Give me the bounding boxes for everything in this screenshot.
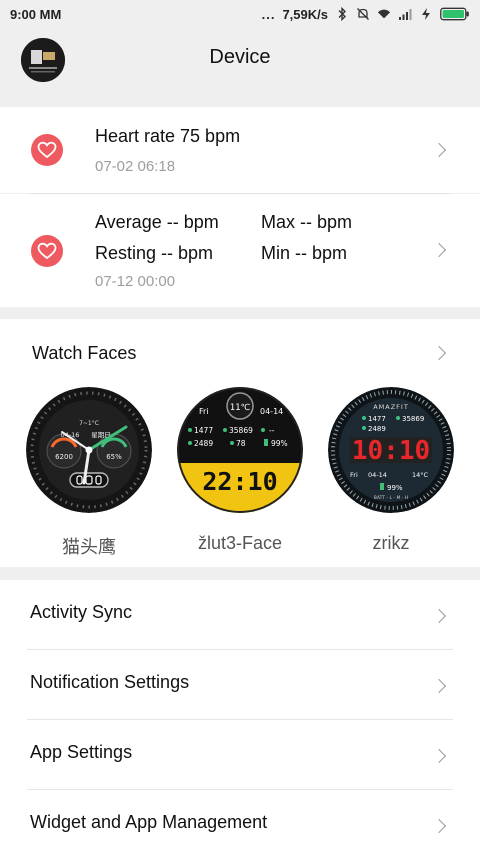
status-icons: ... 7,59K/s — [262, 7, 470, 22]
zlut3-steps: 1477 — [194, 426, 213, 435]
menu-item-notification-settings[interactable]: Notification Settings — [0, 650, 480, 720]
zrikz-battery: 99% — [387, 484, 403, 492]
charging-icon — [419, 7, 433, 21]
heart-icon — [31, 235, 63, 267]
heart-stats-card[interactable]: Average -- bpm Max -- bpm Resting -- bpm… — [0, 194, 480, 307]
resting-bpm: Resting -- bpm — [95, 243, 214, 263]
zlut3-time: 22:10 — [202, 467, 277, 496]
zrikz-batt-scale: BATT - L - M - H — [374, 495, 408, 501]
signal-icon — [398, 7, 412, 21]
watch-face-zrikz[interactable]: AMAZFIT 1477 35869 2489 10:10 Fri 04-14 … — [328, 387, 454, 513]
page-title: Device — [209, 46, 271, 68]
status-time: 9:00 MM — [10, 6, 62, 22]
average-bpm: Average -- bpm — [95, 212, 219, 232]
menu-item-widget-app-management[interactable]: Widget and App Management — [0, 790, 480, 853]
zlut3-heart: 78 — [236, 439, 246, 448]
menu-item-label: Activity Sync — [30, 602, 133, 622]
silent-icon — [356, 7, 370, 21]
owl-right-value: 65% — [106, 453, 122, 461]
menu-item-label: App Settings — [30, 742, 133, 762]
chevron-right-icon — [431, 242, 447, 258]
status-dots: ... — [261, 6, 276, 22]
zrikz-brand: AMAZFIT — [373, 403, 409, 411]
heart-rate-timestamp: 07-02 06:18 — [95, 158, 176, 175]
zrikz-date: 04-14 — [368, 471, 387, 479]
network-speed: 7,59K/s — [282, 6, 328, 22]
zlut3-date: 04-14 — [260, 407, 283, 416]
zrikz-value2: 35869 — [402, 415, 424, 423]
chevron-right-icon — [431, 748, 447, 764]
menu-item-label: Widget and App Management — [30, 812, 268, 832]
min-bpm: Min -- bpm — [261, 243, 348, 263]
zlut3-value3: -- — [269, 426, 275, 435]
zrikz-temp: 14°C — [412, 471, 429, 479]
owl-left-value: 6200 — [55, 453, 73, 461]
owl-weather: 7~1°C — [79, 420, 99, 427]
watch-face-name: 猫头鹰 — [62, 537, 116, 557]
chevron-right-icon — [431, 678, 447, 694]
bluetooth-icon — [335, 7, 349, 21]
watch-faces-header[interactable]: Watch Faces — [0, 319, 480, 379]
battery-icon — [440, 7, 470, 21]
zrikz-day: Fri — [350, 471, 358, 479]
watch-face-zrikz-preview: AMAZFIT 1477 35869 2489 10:10 Fri 04-14 … — [328, 387, 454, 513]
zlut3-battery: 99% — [271, 439, 288, 448]
watch-face-name: zrikz — [372, 533, 410, 553]
zrikz-calories: 2489 — [368, 425, 386, 433]
zlut3-calories: 2489 — [194, 439, 213, 448]
zlut3-value2: 35869 — [229, 426, 253, 435]
app-header: Device — [0, 28, 480, 90]
watch-face-zlut3-preview: 11℃ Fri 04-14 1477 35869 -- 2489 78 99% … — [177, 387, 303, 513]
zlut3-temp: 11℃ — [230, 403, 251, 413]
chevron-right-icon — [431, 142, 447, 158]
watch-faces-card: Watch Faces 7~1°C 04-16 星期日 6200 65% 猫头鹰… — [0, 319, 480, 567]
zrikz-steps: 1477 — [368, 415, 386, 423]
watch-face-zlut3[interactable]: 11℃ Fri 04-14 1477 35869 -- 2489 78 99% … — [177, 387, 303, 513]
zlut3-day: Fri — [199, 407, 209, 416]
max-bpm: Max -- bpm — [261, 212, 353, 232]
watch-face-name: žlut3-Face — [197, 533, 283, 553]
chevron-right-icon — [431, 345, 447, 361]
wifi-icon — [377, 7, 391, 21]
status-bar: 9:00 MM ... 7,59K/s — [0, 0, 480, 28]
menu-item-label: Notification Settings — [30, 672, 190, 692]
zrikz-time: 10:10 — [352, 436, 430, 466]
settings-menu: Activity Sync Notification Settings App … — [0, 580, 480, 853]
stats-timestamp: 07-12 00:00 — [95, 273, 176, 290]
menu-item-activity-sync[interactable]: Activity Sync — [0, 580, 480, 650]
heart-rate-card[interactable]: Heart rate 75 bpm 07-02 06:18 — [0, 107, 480, 193]
watch-faces-title: Watch Faces — [32, 343, 137, 363]
chevron-right-icon — [431, 818, 447, 834]
chevron-right-icon — [431, 608, 447, 624]
menu-item-app-settings[interactable]: App Settings — [0, 720, 480, 790]
heart-rate-value: Heart rate 75 bpm — [95, 126, 241, 146]
heart-icon — [31, 134, 63, 166]
watch-face-owl[interactable]: 7~1°C 04-16 星期日 6200 65% — [26, 387, 152, 513]
watch-face-owl-preview: 7~1°C 04-16 星期日 6200 65% — [26, 387, 152, 513]
